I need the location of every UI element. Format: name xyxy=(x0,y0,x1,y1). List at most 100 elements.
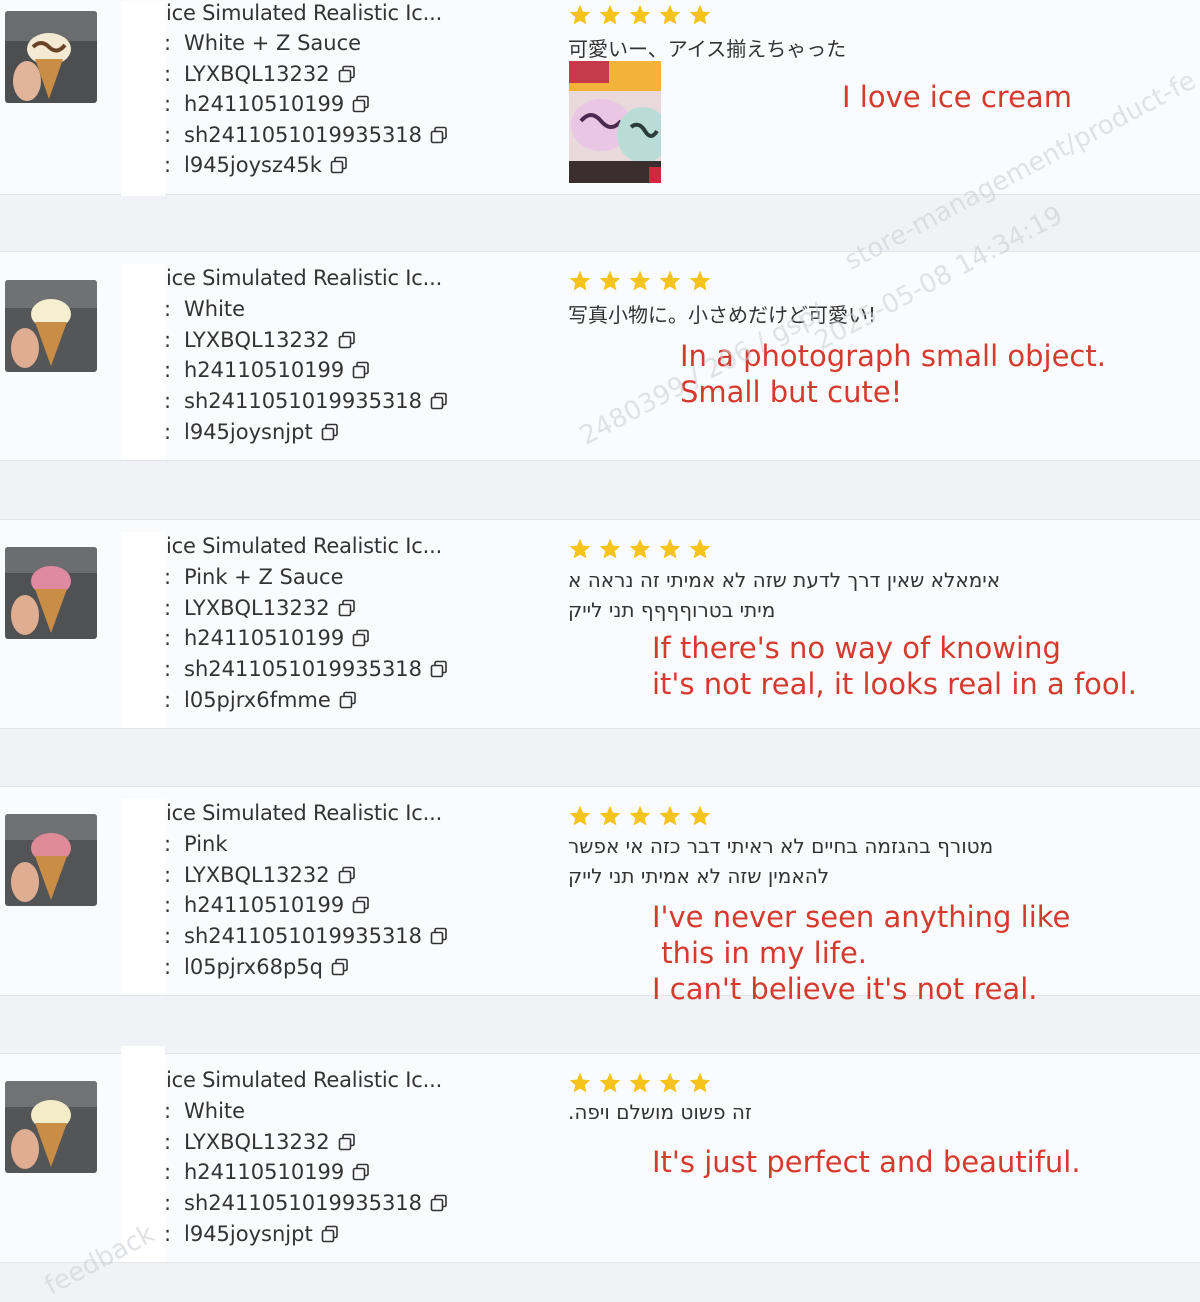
sku-row: : LYXBQL13232 xyxy=(164,596,356,620)
copy-icon[interactable] xyxy=(338,331,356,349)
order-id-value: sh2411051019935318 xyxy=(184,924,423,948)
star-icon xyxy=(659,1072,681,1093)
sku-row: : LYXBQL13232 xyxy=(164,328,356,352)
star-icon xyxy=(629,270,651,291)
sku-value: LYXBQL13232 xyxy=(184,328,330,352)
order-id-row: : sh2411051019935318 xyxy=(164,1191,448,1215)
star-icon xyxy=(569,805,591,826)
order-id-row: : sh2411051019935318 xyxy=(164,123,448,147)
product-thumbnail[interactable] xyxy=(5,11,97,103)
sku-row: : LYXBQL13232 xyxy=(164,62,356,86)
product-title[interactable]: ice Simulated Realistic Ic... xyxy=(166,801,442,825)
goods-id-value: h24110510199 xyxy=(184,893,345,917)
copy-icon[interactable] xyxy=(321,1225,339,1243)
copy-icon[interactable] xyxy=(352,1163,370,1181)
star-rating xyxy=(568,1071,712,1095)
sku-value: LYXBQL13232 xyxy=(184,62,330,86)
variant-value: White xyxy=(184,297,246,321)
review-card: ice Simulated Realistic Ic... : White + Z… xyxy=(0,0,1200,196)
product-thumbnail[interactable] xyxy=(5,280,97,372)
review-card: ice Simulated Realistic Ic... : White : LY… xyxy=(0,1046,1200,1263)
star-icon xyxy=(629,1072,651,1093)
review-id-row: : l05pjrx6fmme xyxy=(164,688,357,712)
star-icon xyxy=(629,4,651,25)
copy-icon[interactable] xyxy=(430,1194,448,1212)
product-title[interactable]: ice Simulated Realistic Ic... xyxy=(166,1068,442,1092)
goods-id-row: : h24110510199 xyxy=(164,626,370,650)
goods-id-row: : h24110510199 xyxy=(164,893,370,917)
star-icon xyxy=(689,538,711,559)
order-id-value: sh2411051019935318 xyxy=(184,657,423,681)
goods-id-value: h24110510199 xyxy=(184,626,345,650)
sku-value: LYXBQL13232 xyxy=(184,1130,330,1154)
copy-icon[interactable] xyxy=(352,629,370,647)
star-rating xyxy=(568,804,712,828)
review-translation: I've never seen anything like this in my… xyxy=(652,900,1071,1006)
copy-icon[interactable] xyxy=(338,599,356,617)
review-photo[interactable] xyxy=(569,61,661,183)
star-icon xyxy=(659,805,681,826)
copy-icon[interactable] xyxy=(339,691,357,709)
goods-id-value: h24110510199 xyxy=(184,1160,345,1184)
star-icon xyxy=(599,4,621,25)
review-card: ice Simulated Realistic Ic... : Pink + Z … xyxy=(0,519,1200,729)
star-icon xyxy=(599,805,621,826)
copy-icon[interactable] xyxy=(352,361,370,379)
review-original-text: 可愛いー、アイス揃えちゃった xyxy=(568,37,847,61)
review-id-value: l05pjrx68p5q xyxy=(184,955,323,979)
star-rating xyxy=(568,269,712,293)
order-id-row: : sh2411051019935318 xyxy=(164,389,448,413)
star-icon xyxy=(689,270,711,291)
star-icon xyxy=(689,805,711,826)
review-translation: In a photograph small object. Small but … xyxy=(680,339,1106,409)
star-icon xyxy=(689,4,711,25)
copy-icon[interactable] xyxy=(352,95,370,113)
product-title[interactable]: ice Simulated Realistic Ic... xyxy=(166,534,442,558)
order-id-value: sh2411051019935318 xyxy=(184,389,423,413)
star-icon xyxy=(599,270,621,291)
copy-icon[interactable] xyxy=(430,392,448,410)
star-icon xyxy=(569,538,591,559)
product-title[interactable]: ice Simulated Realistic Ic... xyxy=(166,266,442,290)
copy-icon[interactable] xyxy=(321,423,339,441)
copy-icon[interactable] xyxy=(331,958,349,976)
review-original-text: אימאלא שאין דרך לדעת שזה לא אמיתי זה נרא… xyxy=(568,568,1001,592)
review-original-text-line2: מיתי בטרוףףףף תני לייק xyxy=(568,598,776,622)
variant-value: White xyxy=(184,1099,246,1123)
variant-row: : White + Z Sauce xyxy=(164,31,362,55)
variant-row: : Pink + Z Sauce xyxy=(164,565,344,589)
review-translation: I love ice cream xyxy=(842,80,1072,114)
copy-icon[interactable] xyxy=(338,1133,356,1151)
sku-row: : LYXBQL13232 xyxy=(164,863,356,887)
copy-icon[interactable] xyxy=(338,866,356,884)
goods-id-row: : h24110510199 xyxy=(164,1160,370,1184)
copy-icon[interactable] xyxy=(430,927,448,945)
star-rating xyxy=(568,3,712,27)
copy-icon[interactable] xyxy=(338,65,356,83)
variant-value: Pink xyxy=(184,832,228,856)
review-translation: If there's no way of knowing it's not re… xyxy=(652,631,1137,701)
star-icon xyxy=(659,4,681,25)
order-id-row: : sh2411051019935318 xyxy=(164,657,448,681)
product-thumbnail[interactable] xyxy=(5,547,97,639)
variant-value: Pink + Z Sauce xyxy=(184,565,344,589)
goods-id-value: h24110510199 xyxy=(184,92,345,116)
copy-icon[interactable] xyxy=(352,896,370,914)
review-id-row: : l945joysnjpt xyxy=(164,1222,339,1246)
review-id-value: l05pjrx6fmme xyxy=(184,688,331,712)
id-column-mask xyxy=(121,264,165,460)
variant-row: : White xyxy=(164,1099,246,1123)
copy-icon[interactable] xyxy=(430,660,448,678)
product-thumbnail[interactable] xyxy=(5,814,97,906)
product-title[interactable]: ice Simulated Realistic Ic... xyxy=(166,1,442,25)
review-id-value: l945joysnjpt xyxy=(184,1222,313,1246)
product-thumbnail[interactable] xyxy=(5,1081,97,1173)
copy-icon[interactable] xyxy=(330,156,348,174)
review-id-value: l945joysnjpt xyxy=(184,420,313,444)
review-card: ice Simulated Realistic Ic... : Pink : LYX… xyxy=(0,786,1200,1006)
copy-icon[interactable] xyxy=(430,126,448,144)
sku-value: LYXBQL13232 xyxy=(184,863,330,887)
sku-row: : LYXBQL13232 xyxy=(164,1130,356,1154)
star-icon xyxy=(569,270,591,291)
review-original-text: מטורף בהגזמה בחיים לא ראיתי דבר כזה אי א… xyxy=(568,834,994,858)
